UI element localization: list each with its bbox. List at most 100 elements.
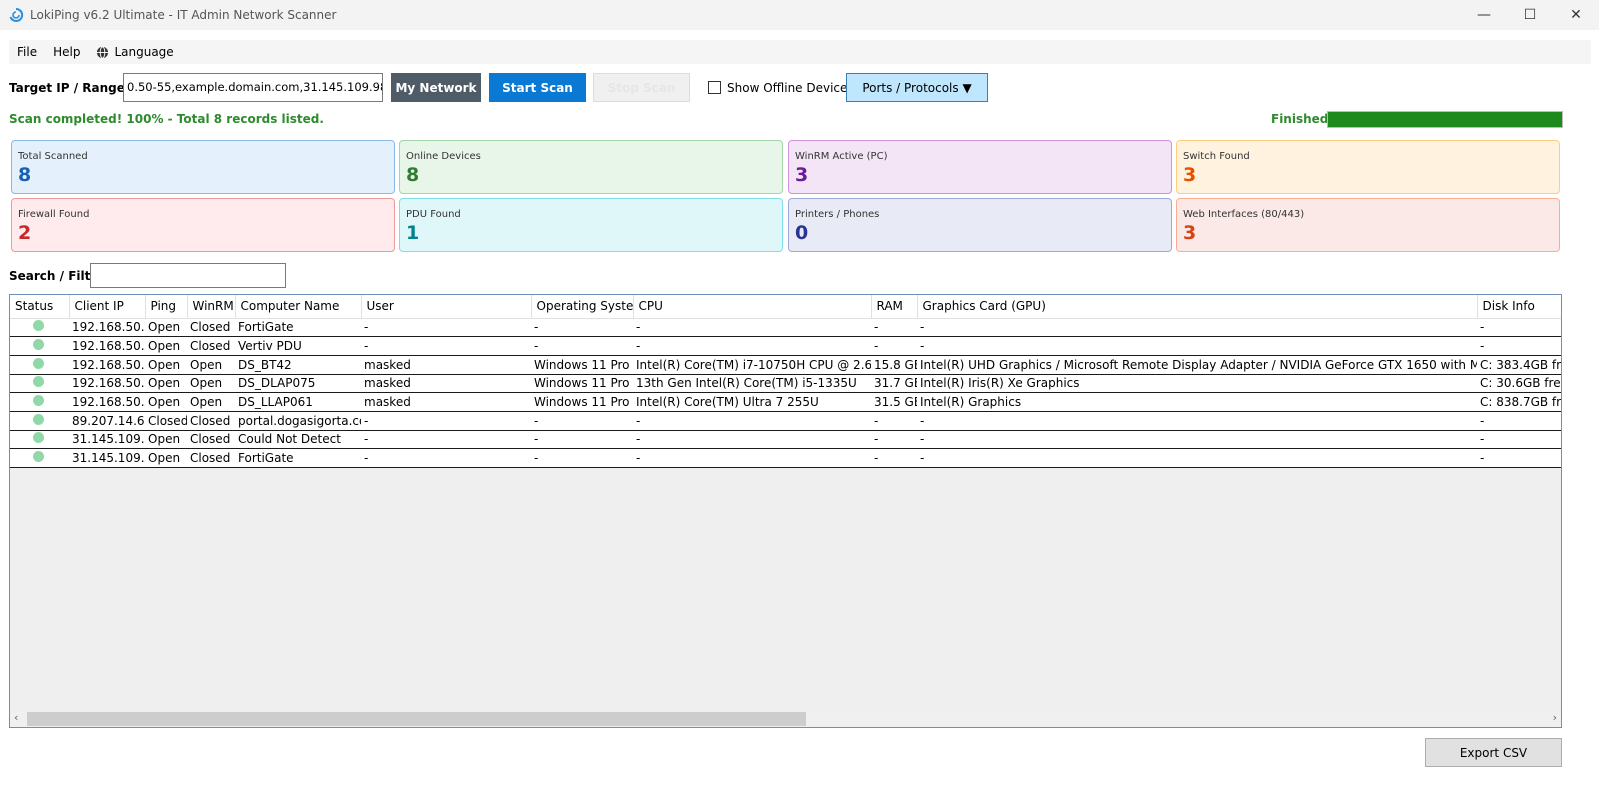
column-header[interactable]: Client IP: [69, 295, 146, 319]
table-row[interactable]: 31.145.109.97OpenClosedCould Not Detect-…: [10, 430, 1561, 450]
table-cell: Open: [145, 336, 187, 356]
title-bar: LokiPing v6.2 Ultimate - IT Admin Networ…: [0, 0, 1599, 30]
column-header[interactable]: Computer Name: [235, 295, 362, 319]
scan-progress-fill: [1328, 112, 1562, 127]
table-cell: Open: [145, 374, 187, 394]
stat-card: Printers / Phones 0: [788, 198, 1172, 252]
table-cell: -: [633, 318, 871, 338]
target-ip-label: Target IP / Ranges:: [9, 81, 137, 95]
stat-card-value: 8: [18, 164, 32, 186]
stop-scan-button[interactable]: Stop Scan: [593, 73, 690, 102]
table-row[interactable]: 31.145.109.98OpenClosedFortiGate------: [10, 448, 1561, 468]
table-row[interactable]: 192.168.50.50OpenOpenDS_BT42maskedWindow…: [10, 355, 1561, 375]
status-cell: [10, 336, 69, 356]
table-row[interactable]: 192.168.50.51OpenOpenDS_DLAP075maskedWin…: [10, 374, 1561, 394]
stat-card-label: WinRM Active (PC): [795, 151, 888, 162]
status-cell: [10, 430, 69, 450]
scroll-left-icon[interactable]: ‹: [14, 711, 18, 724]
stat-card-value: 0: [795, 222, 809, 244]
table-cell: DS_DLAP075: [235, 374, 361, 394]
table-cell: Windows 11 Pro: [531, 355, 633, 375]
column-header[interactable]: CPU: [633, 295, 872, 319]
stat-card: Switch Found 3: [1176, 140, 1560, 194]
table-row[interactable]: 192.168.50.72OpenClosedVertiv PDU------: [10, 336, 1561, 356]
column-header[interactable]: Disk Info: [1477, 295, 1561, 319]
table-cell: -: [871, 430, 917, 450]
table-cell: -: [1477, 318, 1561, 338]
table-cell: -: [917, 336, 1477, 356]
column-header[interactable]: WinRM: [187, 295, 236, 319]
ports-protocols-dropdown[interactable]: Ports / Protocols ▼: [846, 73, 988, 102]
scan-toolbar: Target IP / Ranges: 0.50-55,example.doma…: [9, 73, 989, 103]
table-cell: -: [917, 318, 1477, 338]
table-row[interactable]: 192.168.50.54OpenOpenDS_LLAP061maskedWin…: [10, 392, 1561, 412]
status-cell: [10, 374, 69, 394]
table-cell: Open: [187, 355, 235, 375]
status-cell: [10, 318, 69, 338]
table-cell: -: [531, 430, 633, 450]
scrollbar-thumb[interactable]: [27, 712, 806, 726]
table-cell: 192.168.50.51: [69, 374, 145, 394]
online-status-icon: [33, 320, 44, 332]
table-cell: Closed: [187, 430, 235, 450]
close-button[interactable]: ✕: [1553, 0, 1599, 30]
scan-progress-bar: [1327, 111, 1563, 128]
stat-card-value: 3: [795, 164, 809, 186]
scroll-right-icon[interactable]: ›: [1553, 711, 1557, 724]
target-ip-input[interactable]: 0.50-55,example.domain.com,31.145.109.98…: [123, 73, 383, 102]
column-header[interactable]: RAM: [871, 295, 918, 319]
table-cell: 192.168.50.1: [69, 318, 145, 338]
status-cell: [10, 411, 69, 431]
scan-status-message: Scan completed! 100% - Total 8 records l…: [9, 112, 324, 126]
stat-card-value: 8: [406, 164, 420, 186]
table-cell: Open: [145, 430, 187, 450]
app-logo-icon: [9, 7, 24, 22]
table-cell: -: [531, 336, 633, 356]
table-cell: Open: [145, 318, 187, 338]
horizontal-scrollbar[interactable]: ‹ ›: [10, 711, 1561, 727]
show-offline-toggle[interactable]: Show Offline Devices: [708, 73, 854, 102]
table-cell: -: [531, 411, 633, 431]
table-cell: -: [361, 336, 531, 356]
stat-card: PDU Found 1: [399, 198, 783, 252]
table-cell: -: [633, 430, 871, 450]
table-cell: Closed: [187, 318, 235, 338]
table-cell: -: [871, 448, 917, 468]
table-cell: 192.168.50.50: [69, 355, 145, 375]
maximize-button[interactable]: ☐: [1507, 0, 1553, 30]
table-cell: Open: [145, 392, 187, 412]
column-header[interactable]: Graphics Card (GPU): [917, 295, 1478, 319]
export-csv-button[interactable]: Export CSV: [1425, 738, 1562, 767]
menu-help[interactable]: Help: [45, 40, 88, 64]
minimize-button[interactable]: —: [1461, 0, 1507, 30]
table-cell: -: [1477, 411, 1561, 431]
search-filter-input[interactable]: [90, 263, 286, 288]
status-cell: [10, 448, 69, 468]
table-row[interactable]: 192.168.50.1 Open Closed FortiGate - - - - - -: [10, 318, 1561, 338]
stat-card: WinRM Active (PC) 3: [788, 140, 1172, 194]
scan-state-label: Finished: [1271, 112, 1329, 126]
menu-language[interactable]: Language: [88, 40, 181, 64]
start-scan-button[interactable]: Start Scan: [489, 73, 586, 102]
column-header[interactable]: Status: [10, 295, 70, 319]
column-header[interactable]: User: [361, 295, 532, 319]
table-cell: -: [531, 318, 633, 338]
show-offline-label: Show Offline Devices: [727, 80, 854, 95]
window-title: LokiPing v6.2 Ultimate - IT Admin Networ…: [30, 8, 337, 22]
column-header[interactable]: Operating System: [531, 295, 634, 319]
stat-card-label: Switch Found: [1183, 151, 1250, 162]
show-offline-checkbox[interactable]: [708, 81, 721, 94]
my-network-button[interactable]: My Network: [391, 73, 481, 102]
menu-language-label: Language: [114, 45, 174, 59]
stat-card-label: Printers / Phones: [795, 209, 880, 220]
status-cell: [10, 355, 69, 375]
online-status-icon: [33, 432, 44, 444]
table-cell: 13th Gen Intel(R) Core(TM) i5-1335U: [633, 374, 871, 394]
column-header[interactable]: Ping: [145, 295, 188, 319]
online-status-icon: [33, 376, 44, 388]
table-cell: -: [1477, 336, 1561, 356]
table-row[interactable]: 89.207.14.60 Closed Closed portal.dogasigor…: [10, 411, 1561, 431]
menu-file[interactable]: File: [9, 40, 45, 64]
table-cell: -: [361, 448, 531, 468]
table-cell: C: 838.7GB free: [1477, 392, 1561, 412]
